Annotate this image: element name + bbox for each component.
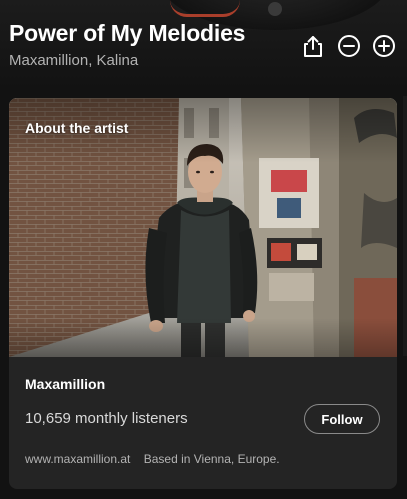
vinyl-knob (268, 2, 282, 16)
follow-button[interactable]: Follow (304, 404, 380, 434)
share-button[interactable] (300, 33, 326, 59)
artist-location: Based in Vienna, Europe. (143, 452, 280, 466)
now-playing-details-panel: Power of My Melodies Maxamillion, Kalina (0, 0, 407, 499)
artist-photo: About the artist (9, 98, 397, 357)
vinyl-accent-stripe (170, 0, 240, 17)
scrollbar-track[interactable] (403, 96, 407, 356)
about-artist-card[interactable]: About the artist Maxamillion 10,659 mont… (9, 98, 397, 489)
share-icon (304, 36, 322, 57)
artist-photo-illustration (9, 98, 397, 357)
track-artists[interactable]: Maxamillion, Kalina (9, 52, 138, 69)
add-to-playlist-button[interactable] (371, 33, 397, 59)
plus-circle-icon (373, 35, 395, 57)
remove-from-library-button[interactable] (336, 33, 362, 59)
monthly-listeners: 10,659 monthly listeners (25, 410, 188, 427)
artist-name[interactable]: Maxamillion (25, 376, 105, 392)
minus-circle-icon (338, 35, 360, 57)
artist-website-link[interactable]: www.maxamillion.at (25, 452, 130, 466)
track-title[interactable]: Power of My Melodies (9, 20, 245, 47)
about-artist-heading: About the artist (25, 120, 129, 136)
artist-meta: www.maxamillion.at Based in Vienna, Euro… (25, 452, 280, 466)
